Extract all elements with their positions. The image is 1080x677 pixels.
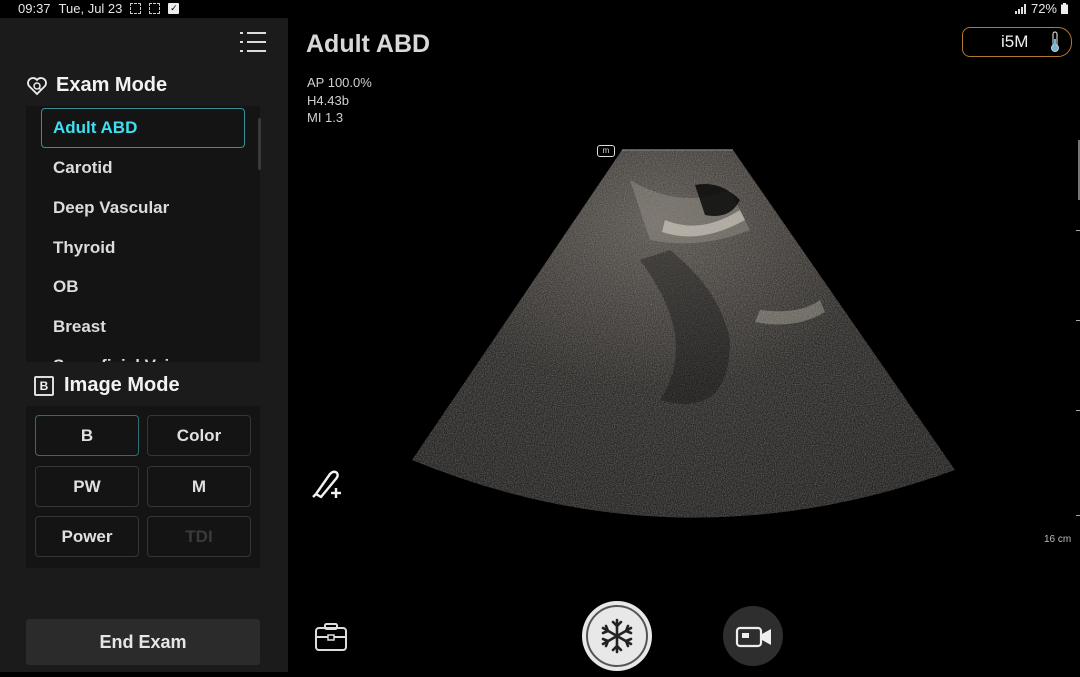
param-ap: AP 100.0% (307, 75, 372, 90)
exam-mode-title: Exam Mode (56, 74, 168, 96)
exam-list-scrollbar[interactable] (258, 118, 261, 170)
mode-color-button[interactable]: Color (147, 415, 251, 456)
heart-search-icon (27, 76, 47, 95)
screen-record-icon (149, 3, 161, 14)
exam-item-adult-abd[interactable]: Adult ABD (41, 108, 245, 148)
mode-b-button[interactable]: B (35, 415, 139, 456)
mode-power-button[interactable]: Power (35, 516, 139, 557)
pen-plus-icon[interactable] (310, 466, 348, 500)
record-video-button[interactable] (723, 606, 783, 666)
depth-label: 16 cm (1044, 534, 1072, 545)
orientation-marker: m (597, 145, 615, 157)
status-time: 09:37 (18, 1, 51, 16)
sidebar: Exam Mode Adult ABD Carotid Deep Vascula… (0, 18, 288, 672)
briefcase-icon[interactable] (314, 622, 348, 652)
freeze-button[interactable] (580, 600, 654, 672)
exam-item-ob[interactable]: OB (26, 267, 260, 307)
thermometer-icon (1051, 31, 1059, 52)
mode-m-button[interactable]: M (147, 466, 251, 507)
battery-percent: 72% (1030, 1, 1057, 16)
exam-item-breast[interactable]: Breast (26, 307, 260, 347)
exam-list[interactable]: Adult ABD Carotid Deep Vascular Thyroid … (26, 106, 260, 362)
exam-item-thyroid[interactable]: Thyroid (26, 228, 260, 268)
exam-item-deep-vascular[interactable]: Deep Vascular (26, 188, 260, 228)
screenshot-icon (130, 3, 142, 14)
end-exam-button[interactable]: End Exam (26, 619, 260, 665)
snowflake-icon (582, 601, 652, 671)
image-mode-header: B Image Mode (34, 374, 180, 397)
mode-pw-button[interactable]: PW (35, 466, 139, 507)
image-mode-title: Image Mode (64, 374, 180, 396)
imaging-params: AP 100.0% H4.43b MI 1.3 (307, 74, 372, 127)
depth-scale (1070, 140, 1080, 540)
status-bar: 09:37 Tue, Jul 23 ✓ 72% (0, 0, 1080, 18)
exam-mode-header: Exam Mode (26, 74, 167, 97)
exam-item-superficial-vein[interactable]: Superficial Vein (26, 346, 260, 362)
preset-title: Adult ABD (306, 30, 431, 58)
probe-selector[interactable]: i5M (962, 27, 1072, 57)
param-harmonic: H4.43b (307, 92, 349, 108)
param-mi: MI 1.3 (307, 110, 344, 125)
b-mode-icon: B (34, 375, 54, 396)
mode-tdi-button: TDI (147, 516, 251, 557)
battery-icon (1061, 3, 1068, 14)
camera-icon (735, 626, 771, 648)
check-icon: ✓ (168, 3, 180, 14)
image-mode-grid: B Color PW M Power TDI (26, 406, 260, 568)
status-date: Tue, Jul 23 (58, 1, 123, 16)
ultrasound-image[interactable] (400, 140, 970, 550)
exam-item-carotid[interactable]: Carotid (26, 148, 260, 188)
signal-icon (1014, 3, 1026, 14)
probe-label: i5M (1001, 32, 1029, 51)
menu-button[interactable] (240, 30, 266, 54)
